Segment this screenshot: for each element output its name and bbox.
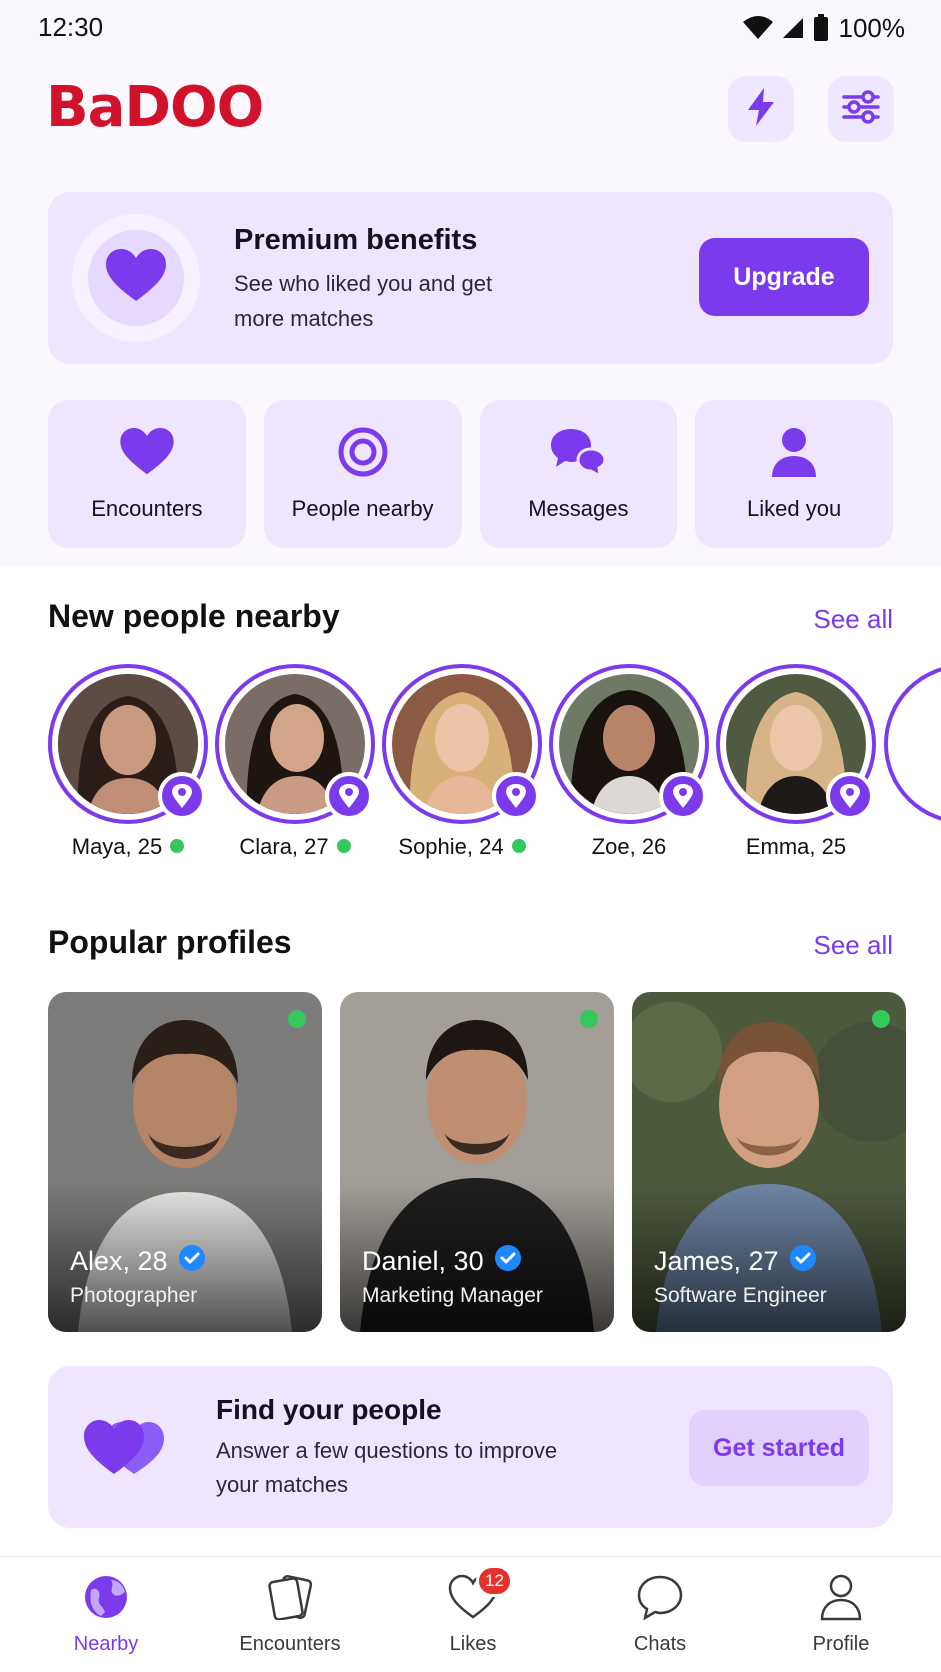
nearby-person-partial[interactable] (884, 664, 941, 864)
quick-actions: Encounters People nearby Messages Liked (48, 400, 893, 548)
person-name-text: Clara, 27 (239, 834, 329, 859)
nearby-see-all-link[interactable]: See all (814, 604, 894, 635)
location-pin-icon (492, 772, 540, 820)
target-icon (337, 426, 389, 483)
quick-action-label: Messages (528, 496, 629, 521)
avatar (884, 664, 941, 824)
quick-action-people-nearby[interactable]: People nearby (263, 400, 462, 548)
globe-icon (83, 1574, 129, 1625)
verified-icon (494, 1244, 522, 1279)
profile-name-text: Daniel, 30 (362, 1246, 484, 1276)
profile-card-role: Photographer (70, 1284, 198, 1307)
premium-banner[interactable]: Premium benefits See who liked you and g… (48, 192, 893, 364)
quick-action-label: People nearby (291, 496, 434, 521)
nav-label: Profile (812, 1633, 870, 1655)
get-started-button[interactable]: Get started (689, 1410, 869, 1486)
premium-subtitle: See who liked you and get more matches (234, 271, 493, 331)
nearby-person[interactable]: Emma, 25 (716, 664, 876, 864)
likes-count-badge: 12 (476, 1565, 513, 1597)
status-bar: 12:30 100% (0, 0, 941, 56)
nav-label: Encounters (239, 1633, 341, 1655)
profile-card[interactable]: Daniel, 30 Marketing Manager (340, 992, 614, 1332)
upgrade-button[interactable]: Upgrade (699, 238, 869, 316)
lightning-icon (744, 87, 778, 131)
profile-card-name: Daniel, 30 (362, 1244, 522, 1279)
quick-action-liked-you[interactable]: Liked you (695, 400, 893, 548)
verified-icon (178, 1244, 206, 1279)
signal-icon (781, 16, 805, 40)
location-pin-icon (659, 772, 707, 820)
profile-card[interactable]: Alex, 28 Photographer (48, 992, 322, 1332)
heart-icon (120, 427, 174, 481)
bottom-navigation: Nearby Encounters 12 Likes Chats Profile (0, 1556, 941, 1672)
filter-button[interactable] (828, 76, 894, 142)
profile-card-role: Marketing Manager (362, 1284, 543, 1307)
online-indicator (170, 839, 185, 854)
sliders-icon (842, 89, 880, 129)
chat-icon (636, 1574, 684, 1625)
premium-icon-circle (72, 214, 200, 342)
profile-card-role: Software Engineer (654, 1284, 827, 1307)
boost-button[interactable] (728, 76, 794, 142)
find-people-banner[interactable]: Find your people Answer a few questions … (48, 1366, 893, 1528)
popular-carousel[interactable]: Alex, 28 Photographer Daniel, 30 Marketi… (48, 992, 941, 1332)
chat-bubbles-icon (549, 427, 607, 482)
profile-card-name: Alex, 28 (70, 1244, 206, 1279)
nearby-person[interactable]: Sophie, 24 (382, 664, 542, 864)
status-time: 12:30 (38, 12, 104, 42)
nearby-section-title: New people nearby (48, 598, 340, 634)
online-indicator (288, 1010, 306, 1028)
nearby-person-name: Emma, 25 (696, 834, 896, 860)
online-indicator (580, 1010, 598, 1028)
nav-tab-profile[interactable]: Profile (751, 1573, 931, 1669)
nav-tab-nearby[interactable]: Nearby (16, 1573, 196, 1669)
find-people-title: Find your people (216, 1394, 442, 1425)
popular-section-title: Popular profiles (48, 924, 292, 960)
nearby-person[interactable]: Maya, 25 (48, 664, 208, 864)
nav-label: Nearby (73, 1633, 139, 1655)
person-name-text: Maya, 25 (71, 834, 163, 859)
nav-tab-encounters[interactable]: Encounters (200, 1573, 380, 1669)
nearby-carousel[interactable]: Maya, 25 Clara, 27 Sophie, 24 Zoe, 26 Em… (48, 664, 941, 864)
nav-label: Chats (633, 1633, 687, 1655)
online-indicator (872, 1010, 890, 1028)
profile-name-text: Alex, 28 (70, 1246, 168, 1276)
nav-tab-likes[interactable]: 12 Likes (383, 1565, 563, 1669)
heart-icon (106, 248, 166, 308)
cards-icon (266, 1574, 314, 1625)
person-icon (771, 427, 817, 482)
profile-card[interactable]: James, 27 Software Engineer (632, 992, 906, 1332)
badoo-logo[interactable]: BaDOO (46, 80, 264, 136)
wifi-icon (742, 16, 773, 40)
double-heart-icon (80, 1412, 170, 1481)
quick-action-label: Liked you (747, 496, 842, 521)
battery-text: 100% (838, 12, 906, 43)
person-name-text: Zoe, 26 (591, 834, 667, 859)
online-indicator (336, 839, 351, 854)
location-pin-icon (158, 772, 206, 820)
nav-tab-chats[interactable]: Chats (570, 1573, 750, 1669)
nearby-person[interactable]: Clara, 27 (215, 664, 375, 864)
quick-action-messages[interactable]: Messages (479, 400, 678, 548)
person-name-text: Emma, 25 (745, 834, 847, 859)
battery-icon (813, 14, 829, 42)
nav-label: Likes (449, 1633, 497, 1655)
online-indicator (511, 839, 526, 854)
person-name-text: Sophie, 24 (398, 834, 504, 859)
quick-action-encounters[interactable]: Encounters (48, 400, 246, 548)
status-icons: 100% (742, 12, 906, 44)
location-pin-icon (325, 772, 373, 820)
profile-card-name: James, 27 (654, 1244, 817, 1279)
nearby-person[interactable]: Zoe, 26 (549, 664, 709, 864)
quick-action-label: Encounters (91, 496, 203, 521)
popular-see-all-link[interactable]: See all (814, 930, 894, 961)
find-people-subtitle: Answer a few questions to improve your m… (216, 1438, 558, 1497)
verified-icon (789, 1244, 817, 1279)
location-pin-icon (826, 772, 874, 820)
premium-title: Premium benefits (234, 224, 478, 256)
user-icon (819, 1573, 863, 1626)
app-header: BaDOO (0, 70, 941, 150)
profile-name-text: James, 27 (654, 1246, 779, 1276)
